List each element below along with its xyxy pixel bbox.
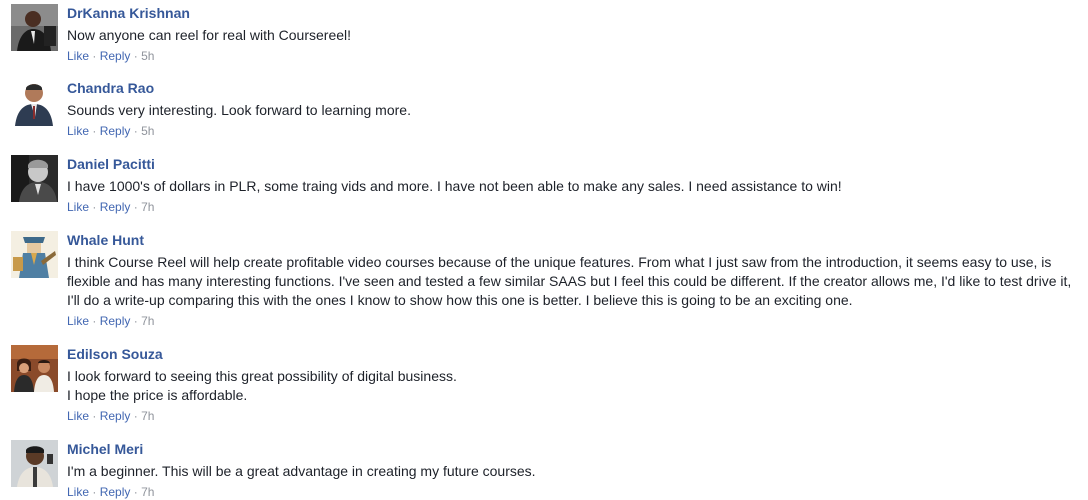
- comment-text-line: Now anyone can reel for real with Course…: [67, 27, 352, 43]
- separator: ·: [133, 409, 142, 423]
- comment-text: I'm a beginner. This will be a great adv…: [67, 462, 1067, 481]
- reply-button[interactable]: Reply: [100, 49, 131, 63]
- profile-photo-icon: [11, 231, 58, 278]
- separator: ·: [92, 409, 100, 423]
- separator: ·: [92, 200, 100, 214]
- separator: ·: [133, 485, 142, 499]
- comment-text: I have 1000's of dollars in PLR, some tr…: [67, 177, 1067, 196]
- comment-author-link[interactable]: Edilson Souza: [67, 345, 1067, 363]
- comment-text-line: Sounds very interesting. Look forward to…: [67, 102, 411, 118]
- comment-text-line: I have 1000's of dollars in PLR, some tr…: [67, 178, 842, 194]
- like-button[interactable]: Like: [67, 124, 89, 138]
- comment-timestamp[interactable]: 7h: [141, 314, 154, 328]
- separator: ·: [92, 314, 100, 328]
- comment-text-line: flexible and has many interesting functi…: [67, 273, 1072, 289]
- comment-timestamp[interactable]: 5h: [141, 49, 154, 63]
- avatar[interactable]: [11, 155, 58, 202]
- comment-actions: Like · Reply · 5h: [67, 123, 1067, 139]
- like-button[interactable]: Like: [67, 409, 89, 423]
- separator: ·: [133, 124, 142, 138]
- separator: ·: [92, 124, 100, 138]
- comment-text: Sounds very interesting. Look forward to…: [67, 101, 1067, 120]
- comment-text: I think Course Reel will help create pro…: [67, 253, 1072, 310]
- avatar[interactable]: [11, 345, 58, 392]
- comment-actions: Like · Reply · 7h: [67, 313, 1067, 329]
- comment-text-line: I look forward to seeing this great poss…: [67, 368, 457, 384]
- separator: ·: [133, 49, 142, 63]
- comment-timestamp[interactable]: 7h: [141, 409, 154, 423]
- reply-button[interactable]: Reply: [100, 485, 131, 499]
- comment-text: Now anyone can reel for real with Course…: [67, 26, 1067, 45]
- comment-timestamp[interactable]: 5h: [141, 124, 154, 138]
- like-button[interactable]: Like: [67, 485, 89, 499]
- comment-actions: Like · Reply · 7h: [67, 484, 1067, 500]
- profile-photo-icon: [11, 79, 58, 126]
- reply-button[interactable]: Reply: [100, 124, 131, 138]
- reply-button[interactable]: Reply: [100, 200, 131, 214]
- reply-button[interactable]: Reply: [100, 409, 131, 423]
- comment-actions: Like · Reply · 7h: [67, 199, 1067, 215]
- profile-photo-icon: [11, 155, 58, 202]
- comment-actions: Like · Reply · 5h: [67, 48, 1067, 64]
- profile-photo-icon: [11, 440, 58, 487]
- like-button[interactable]: Like: [67, 49, 89, 63]
- like-button[interactable]: Like: [67, 200, 89, 214]
- comment-timestamp[interactable]: 7h: [141, 200, 154, 214]
- comment-text-line: I think Course Reel will help create pro…: [67, 254, 1052, 270]
- comment-text: I look forward to seeing this great poss…: [67, 367, 1067, 405]
- comment-author-link[interactable]: Chandra Rao: [67, 79, 1067, 97]
- reply-button[interactable]: Reply: [100, 314, 131, 328]
- avatar[interactable]: [11, 440, 58, 487]
- like-button[interactable]: Like: [67, 314, 89, 328]
- comment-text-line: I'll do a write-up comparing this with t…: [67, 292, 853, 308]
- profile-photo-icon: [11, 345, 58, 392]
- comment-timestamp[interactable]: 7h: [141, 485, 154, 499]
- comment-author-link[interactable]: Whale Hunt: [67, 231, 1067, 249]
- separator: ·: [92, 485, 100, 499]
- comment-author-link[interactable]: Daniel Pacitti: [67, 155, 1067, 173]
- avatar[interactable]: [11, 231, 58, 278]
- comment-text-line: I'm a beginner. This will be a great adv…: [67, 463, 536, 479]
- comment-actions: Like · Reply · 7h: [67, 408, 1067, 424]
- separator: ·: [133, 314, 142, 328]
- separator: ·: [92, 49, 100, 63]
- avatar[interactable]: [11, 4, 58, 51]
- comment-author-link[interactable]: Michel Meri: [67, 440, 1067, 458]
- comment-author-link[interactable]: DrKanna Krishnan: [67, 4, 1067, 22]
- comment-text-line: I hope the price is affordable.: [67, 387, 248, 403]
- separator: ·: [133, 200, 142, 214]
- avatar[interactable]: [11, 79, 58, 126]
- profile-photo-icon: [11, 4, 58, 51]
